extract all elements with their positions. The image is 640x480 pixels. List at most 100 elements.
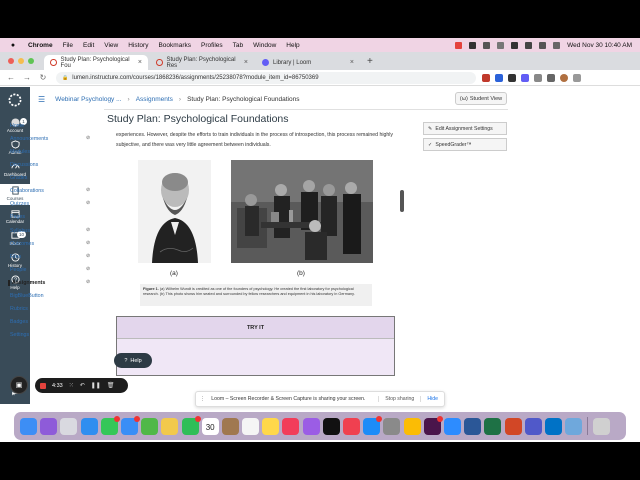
gmail-status-icon[interactable] xyxy=(483,41,491,49)
control-center-icon[interactable] xyxy=(553,41,561,49)
menu-help[interactable]: Help xyxy=(286,42,299,49)
menu-window[interactable]: Window xyxy=(253,42,276,49)
facetime-icon[interactable] xyxy=(181,415,201,435)
canvas-logo-icon[interactable] xyxy=(0,93,30,108)
grid-icon[interactable]: ⁙ xyxy=(69,382,74,389)
speedgrader-button[interactable]: ✓ SpeedGrader™ xyxy=(423,138,507,151)
photos-icon[interactable] xyxy=(161,417,179,435)
menu-app-name[interactable]: Chrome xyxy=(28,42,53,49)
teams-icon[interactable] xyxy=(524,417,542,435)
bluetooth-icon[interactable] xyxy=(497,41,505,49)
menu-view[interactable]: View xyxy=(104,42,118,49)
apple-icon[interactable]: ● xyxy=(8,42,18,49)
menu-edit[interactable]: Edit xyxy=(83,42,94,49)
news-icon[interactable] xyxy=(343,417,360,435)
excel-icon[interactable] xyxy=(484,417,502,435)
course-nav-grades[interactable]: Grades xyxy=(10,175,27,181)
back-icon[interactable]: ← xyxy=(6,73,16,82)
course-nav-assignments[interactable]: Assignments xyxy=(8,279,45,286)
menu-dots-icon[interactable] xyxy=(573,73,581,82)
calendar-icon[interactable]: 30 xyxy=(201,417,219,435)
maps-icon[interactable] xyxy=(141,417,159,435)
zoom-icon[interactable] xyxy=(443,417,461,435)
course-nav-settings[interactable]: Settings xyxy=(10,332,29,338)
menu-profiles[interactable]: Profiles xyxy=(201,42,223,49)
course-nav-home[interactable]: Home xyxy=(10,123,24,129)
help-button[interactable]: ? Help xyxy=(114,353,152,368)
hamburger-menu-icon[interactable]: ☰ xyxy=(38,95,45,104)
podcasts-icon[interactable] xyxy=(302,417,320,435)
menu-bookmarks[interactable]: Bookmarks xyxy=(158,42,191,49)
messages-icon[interactable] xyxy=(100,415,120,435)
wifi-icon[interactable] xyxy=(525,41,533,49)
menu-tab[interactable]: Tab xyxy=(233,42,243,49)
mail-icon[interactable] xyxy=(120,415,140,435)
search-icon[interactable] xyxy=(539,41,547,49)
edit-assignment-settings-button[interactable]: ✎ Edit Assignment Settings xyxy=(423,122,507,135)
browser-tab[interactable]: Study Plan: Psychological Res × xyxy=(150,55,254,70)
reload-icon[interactable]: ↻ xyxy=(38,73,48,82)
forward-icon[interactable]: → xyxy=(22,73,32,82)
course-nav-files[interactable]: Files xyxy=(10,254,21,260)
course-nav-syllabus[interactable]: Syllabus xyxy=(10,228,30,234)
undo-icon[interactable]: ↶ xyxy=(80,382,85,389)
zoom-window-icon[interactable] xyxy=(28,58,34,64)
course-nav-modules[interactable]: Modules xyxy=(10,149,30,155)
stop-sharing-button[interactable]: Stop sharing xyxy=(378,396,414,402)
close-tab-icon[interactable]: × xyxy=(350,59,354,66)
menubar-clock[interactable]: Wed Nov 30 10:40 AM xyxy=(567,42,632,49)
scrollbar-thumb[interactable] xyxy=(400,190,404,212)
new-tab-icon[interactable]: + xyxy=(367,56,373,67)
trash-icon[interactable]: 🗑 xyxy=(107,382,115,389)
notes-icon[interactable] xyxy=(262,417,280,435)
close-window-icon[interactable] xyxy=(8,58,14,64)
loom-extension-icon[interactable] xyxy=(521,73,529,82)
breadcrumb-course[interactable]: Webinar Psychology ... xyxy=(55,96,121,103)
stop-recording-button[interactable] xyxy=(40,382,46,389)
menu-history[interactable]: History xyxy=(128,42,148,49)
reminders-icon[interactable] xyxy=(242,417,260,435)
extension-status-icon[interactable] xyxy=(469,41,477,49)
puzzle-icon[interactable] xyxy=(534,73,542,82)
course-nav-quizzes[interactable]: Quizzes xyxy=(10,201,29,207)
launchpad-icon[interactable] xyxy=(60,417,78,435)
siri-icon[interactable] xyxy=(40,417,58,435)
student-view-button[interactable]: (ω) Student View xyxy=(455,92,507,105)
extension-icon[interactable] xyxy=(495,73,503,82)
close-tab-icon[interactable]: × xyxy=(244,59,248,66)
music-icon[interactable] xyxy=(282,417,300,435)
word-icon[interactable] xyxy=(464,417,482,435)
course-nav-collaborations[interactable]: Collaborations xyxy=(10,188,44,194)
course-nav-rubrics[interactable]: Rubrics xyxy=(10,306,28,312)
record-status-icon[interactable] xyxy=(455,41,463,49)
course-nav-bigbluebutton[interactable]: BigBlueButton xyxy=(10,293,44,299)
finder-icon[interactable] xyxy=(20,417,37,435)
course-nav-people[interactable]: People xyxy=(10,267,27,273)
course-nav-pages[interactable]: Pages xyxy=(10,214,25,220)
battery-icon[interactable] xyxy=(511,41,519,49)
tv-icon[interactable] xyxy=(322,417,340,435)
breadcrumb-section[interactable]: Assignments xyxy=(136,96,173,103)
course-nav-announcements[interactable]: Announcements xyxy=(10,136,48,142)
address-bar[interactable]: 🔒 lumen.instructure.com/courses/1868236/… xyxy=(56,71,476,84)
outlook-icon[interactable] xyxy=(544,417,562,435)
course-nav-discussions[interactable]: Discussions xyxy=(10,162,38,168)
chrome-icon[interactable] xyxy=(403,417,421,435)
course-nav-badges[interactable]: Badges xyxy=(10,319,28,325)
browser-tab[interactable]: Library | Loom × xyxy=(256,55,360,70)
minimize-window-icon[interactable] xyxy=(18,58,24,64)
close-tab-icon[interactable]: × xyxy=(138,59,142,66)
sidebar-icon[interactable] xyxy=(547,73,555,82)
browser-tab-active[interactable]: Study Plan: Psychological Fou × xyxy=(44,55,148,70)
contacts-icon[interactable] xyxy=(221,417,239,435)
hide-button[interactable]: Hide xyxy=(420,396,444,402)
slack-icon[interactable] xyxy=(423,415,443,435)
app-store-icon[interactable] xyxy=(363,415,383,435)
menu-file[interactable]: File xyxy=(63,42,73,49)
system-preferences-icon[interactable] xyxy=(383,417,401,435)
course-nav-outcomes[interactable]: Outcomes xyxy=(10,241,34,247)
powerpoint-icon[interactable] xyxy=(504,417,522,435)
menu-dots-icon[interactable]: ⋮ xyxy=(200,396,205,402)
preview-icon[interactable] xyxy=(565,417,583,435)
loom-camera-bubble[interactable]: ▣ xyxy=(10,376,28,394)
